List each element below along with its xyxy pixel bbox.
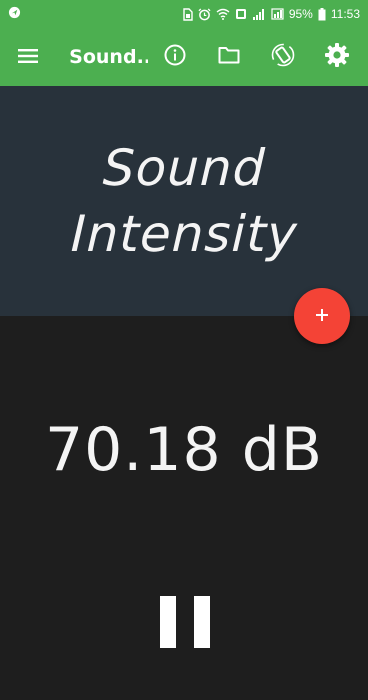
pause-icon (160, 596, 176, 648)
sim-icon (183, 7, 193, 21)
plus-icon (315, 307, 329, 326)
status-time: 11:53 (330, 7, 360, 21)
header-panel: Sound Intensity (0, 86, 368, 316)
location-icon (8, 6, 21, 22)
menu-button[interactable] (0, 28, 55, 86)
heading-line-1: Sound (101, 139, 267, 197)
signal-icon (252, 8, 266, 20)
settings-button[interactable] (310, 28, 364, 86)
app-screen: 95% 11:53 Sound... (0, 0, 368, 700)
pause-button[interactable] (160, 594, 210, 650)
sound-level-reading: 70.18 dB (44, 415, 324, 485)
app-bar: Sound... (0, 28, 368, 86)
folder-icon (218, 46, 240, 68)
wifi-icon (216, 8, 230, 20)
screen-rotation-button[interactable] (256, 28, 310, 86)
alarm-icon (198, 7, 211, 21)
menu-icon (17, 48, 38, 67)
info-icon (164, 44, 186, 70)
folder-button[interactable] (202, 28, 256, 86)
app-title: Sound... (69, 46, 148, 68)
battery-percent: 95% (288, 7, 313, 21)
info-button[interactable] (148, 28, 202, 86)
signal-icon (271, 8, 284, 20)
settings-icon (324, 42, 350, 72)
notification-icon (235, 8, 247, 20)
battery-icon (318, 7, 326, 21)
screen-rotation-icon (271, 43, 295, 71)
heading-line-2: Intensity (69, 205, 299, 263)
add-fab-button[interactable] (294, 288, 350, 344)
pause-icon (194, 596, 210, 648)
status-bar: 95% 11:53 (0, 0, 368, 28)
